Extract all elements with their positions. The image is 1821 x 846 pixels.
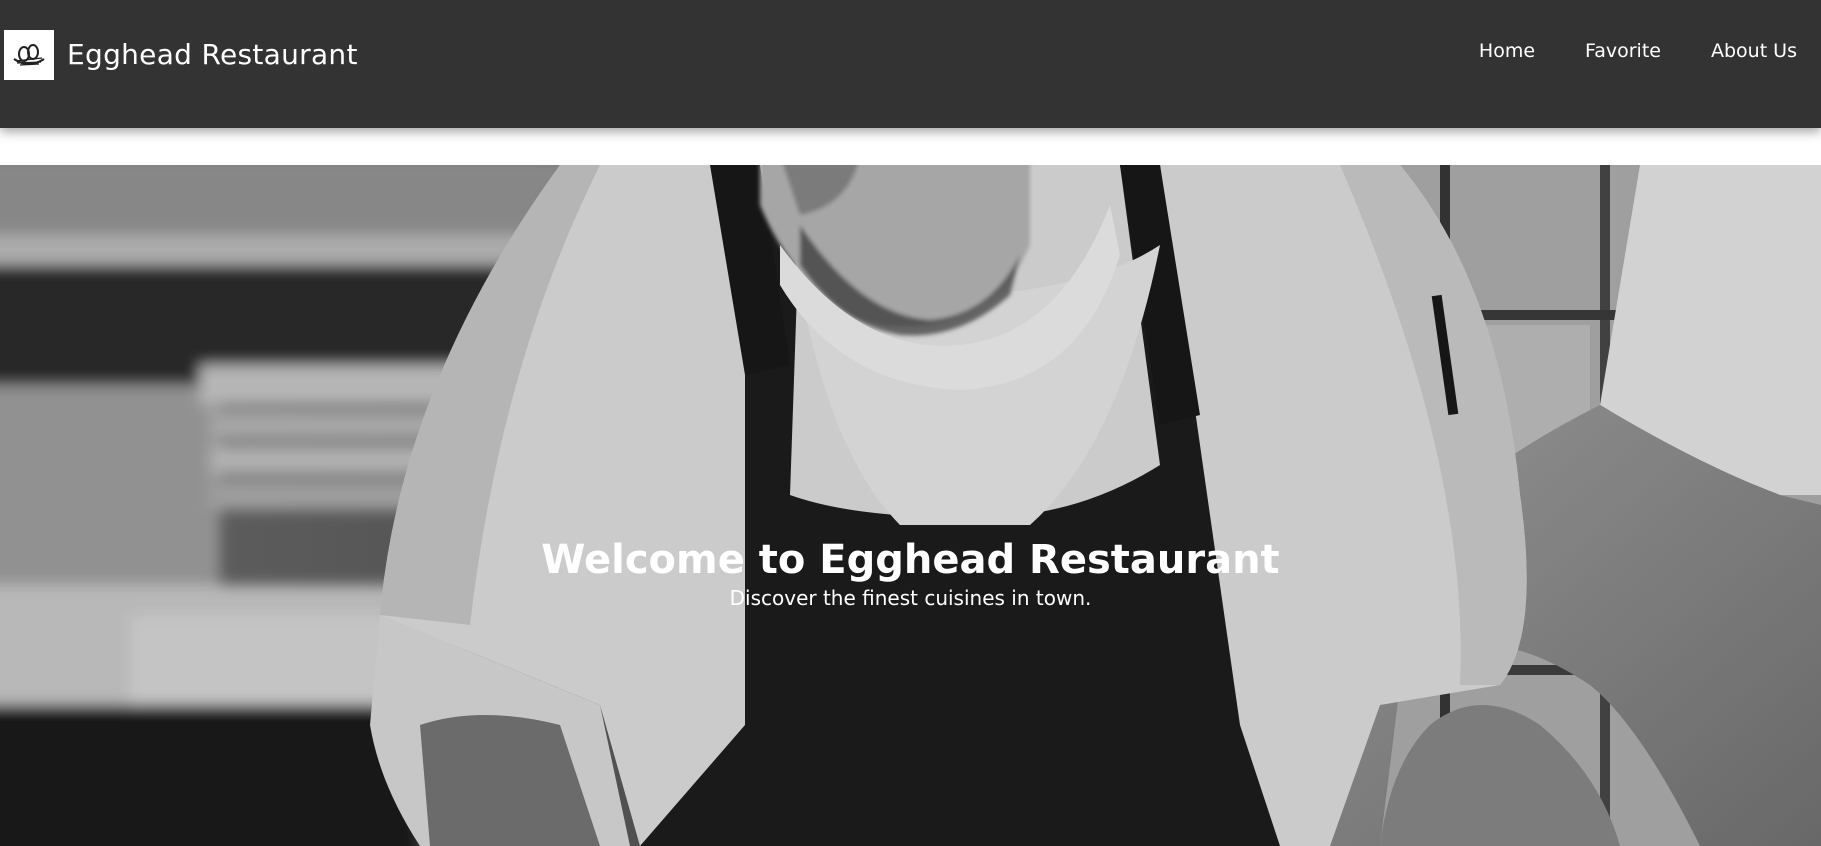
brand-name: Egghead Restaurant — [67, 38, 358, 71]
hero-title: Welcome to Egghead Restaurant — [541, 537, 1280, 583]
main-nav: Home Favorite About Us — [1429, 40, 1797, 62]
top-navbar: Egghead Restaurant Home Favorite About U… — [0, 0, 1821, 128]
egg-nest-icon — [13, 44, 45, 66]
logo — [4, 30, 54, 80]
hero-background-image — [0, 165, 1821, 846]
hero-section: Welcome to Egghead Restaurant Discover t… — [0, 165, 1821, 846]
nav-link-about-us[interactable]: About Us — [1711, 40, 1797, 62]
brand-link[interactable]: Egghead Restaurant — [4, 30, 358, 80]
nav-link-home[interactable]: Home — [1479, 40, 1535, 62]
nav-link-favorite[interactable]: Favorite — [1585, 40, 1661, 62]
hero-subtitle: Discover the finest cuisines in town. — [729, 586, 1092, 610]
